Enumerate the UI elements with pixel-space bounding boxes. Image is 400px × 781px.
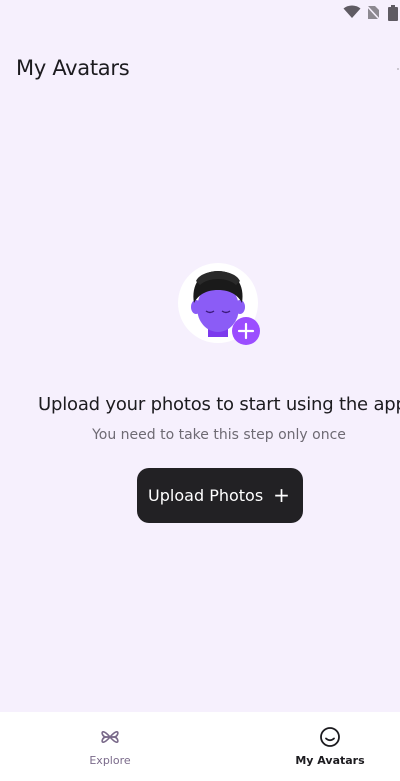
page-title: My Avatars bbox=[16, 56, 130, 80]
upload-photos-label: Upload Photos bbox=[148, 486, 264, 505]
status-bar bbox=[0, 0, 400, 26]
empty-state-heading: Upload your photos to start using the ap… bbox=[38, 394, 400, 415]
wifi-icon bbox=[343, 5, 361, 18]
avatar-plus-illustration bbox=[178, 263, 260, 345]
upload-photos-button[interactable]: Upload Photos + bbox=[137, 468, 303, 523]
no-sim-icon bbox=[366, 5, 380, 20]
overflow-menu-icon[interactable] bbox=[397, 68, 399, 70]
explore-icon bbox=[101, 731, 119, 743]
smiley-icon bbox=[320, 727, 340, 747]
nav-item-my-avatars[interactable]: My Avatars bbox=[280, 712, 380, 781]
nav-label-my-avatars: My Avatars bbox=[295, 754, 365, 767]
battery-icon bbox=[388, 5, 398, 21]
my-avatars-screen: My Avatars Upload your photos to start u… bbox=[0, 0, 400, 781]
plus-icon: + bbox=[273, 482, 290, 507]
bottom-navigation: Explore My Avatars bbox=[0, 712, 400, 781]
empty-state-subtext: You need to take this step only once bbox=[92, 427, 346, 443]
nav-label-explore: Explore bbox=[89, 754, 131, 767]
nav-item-explore[interactable]: Explore bbox=[70, 712, 150, 781]
